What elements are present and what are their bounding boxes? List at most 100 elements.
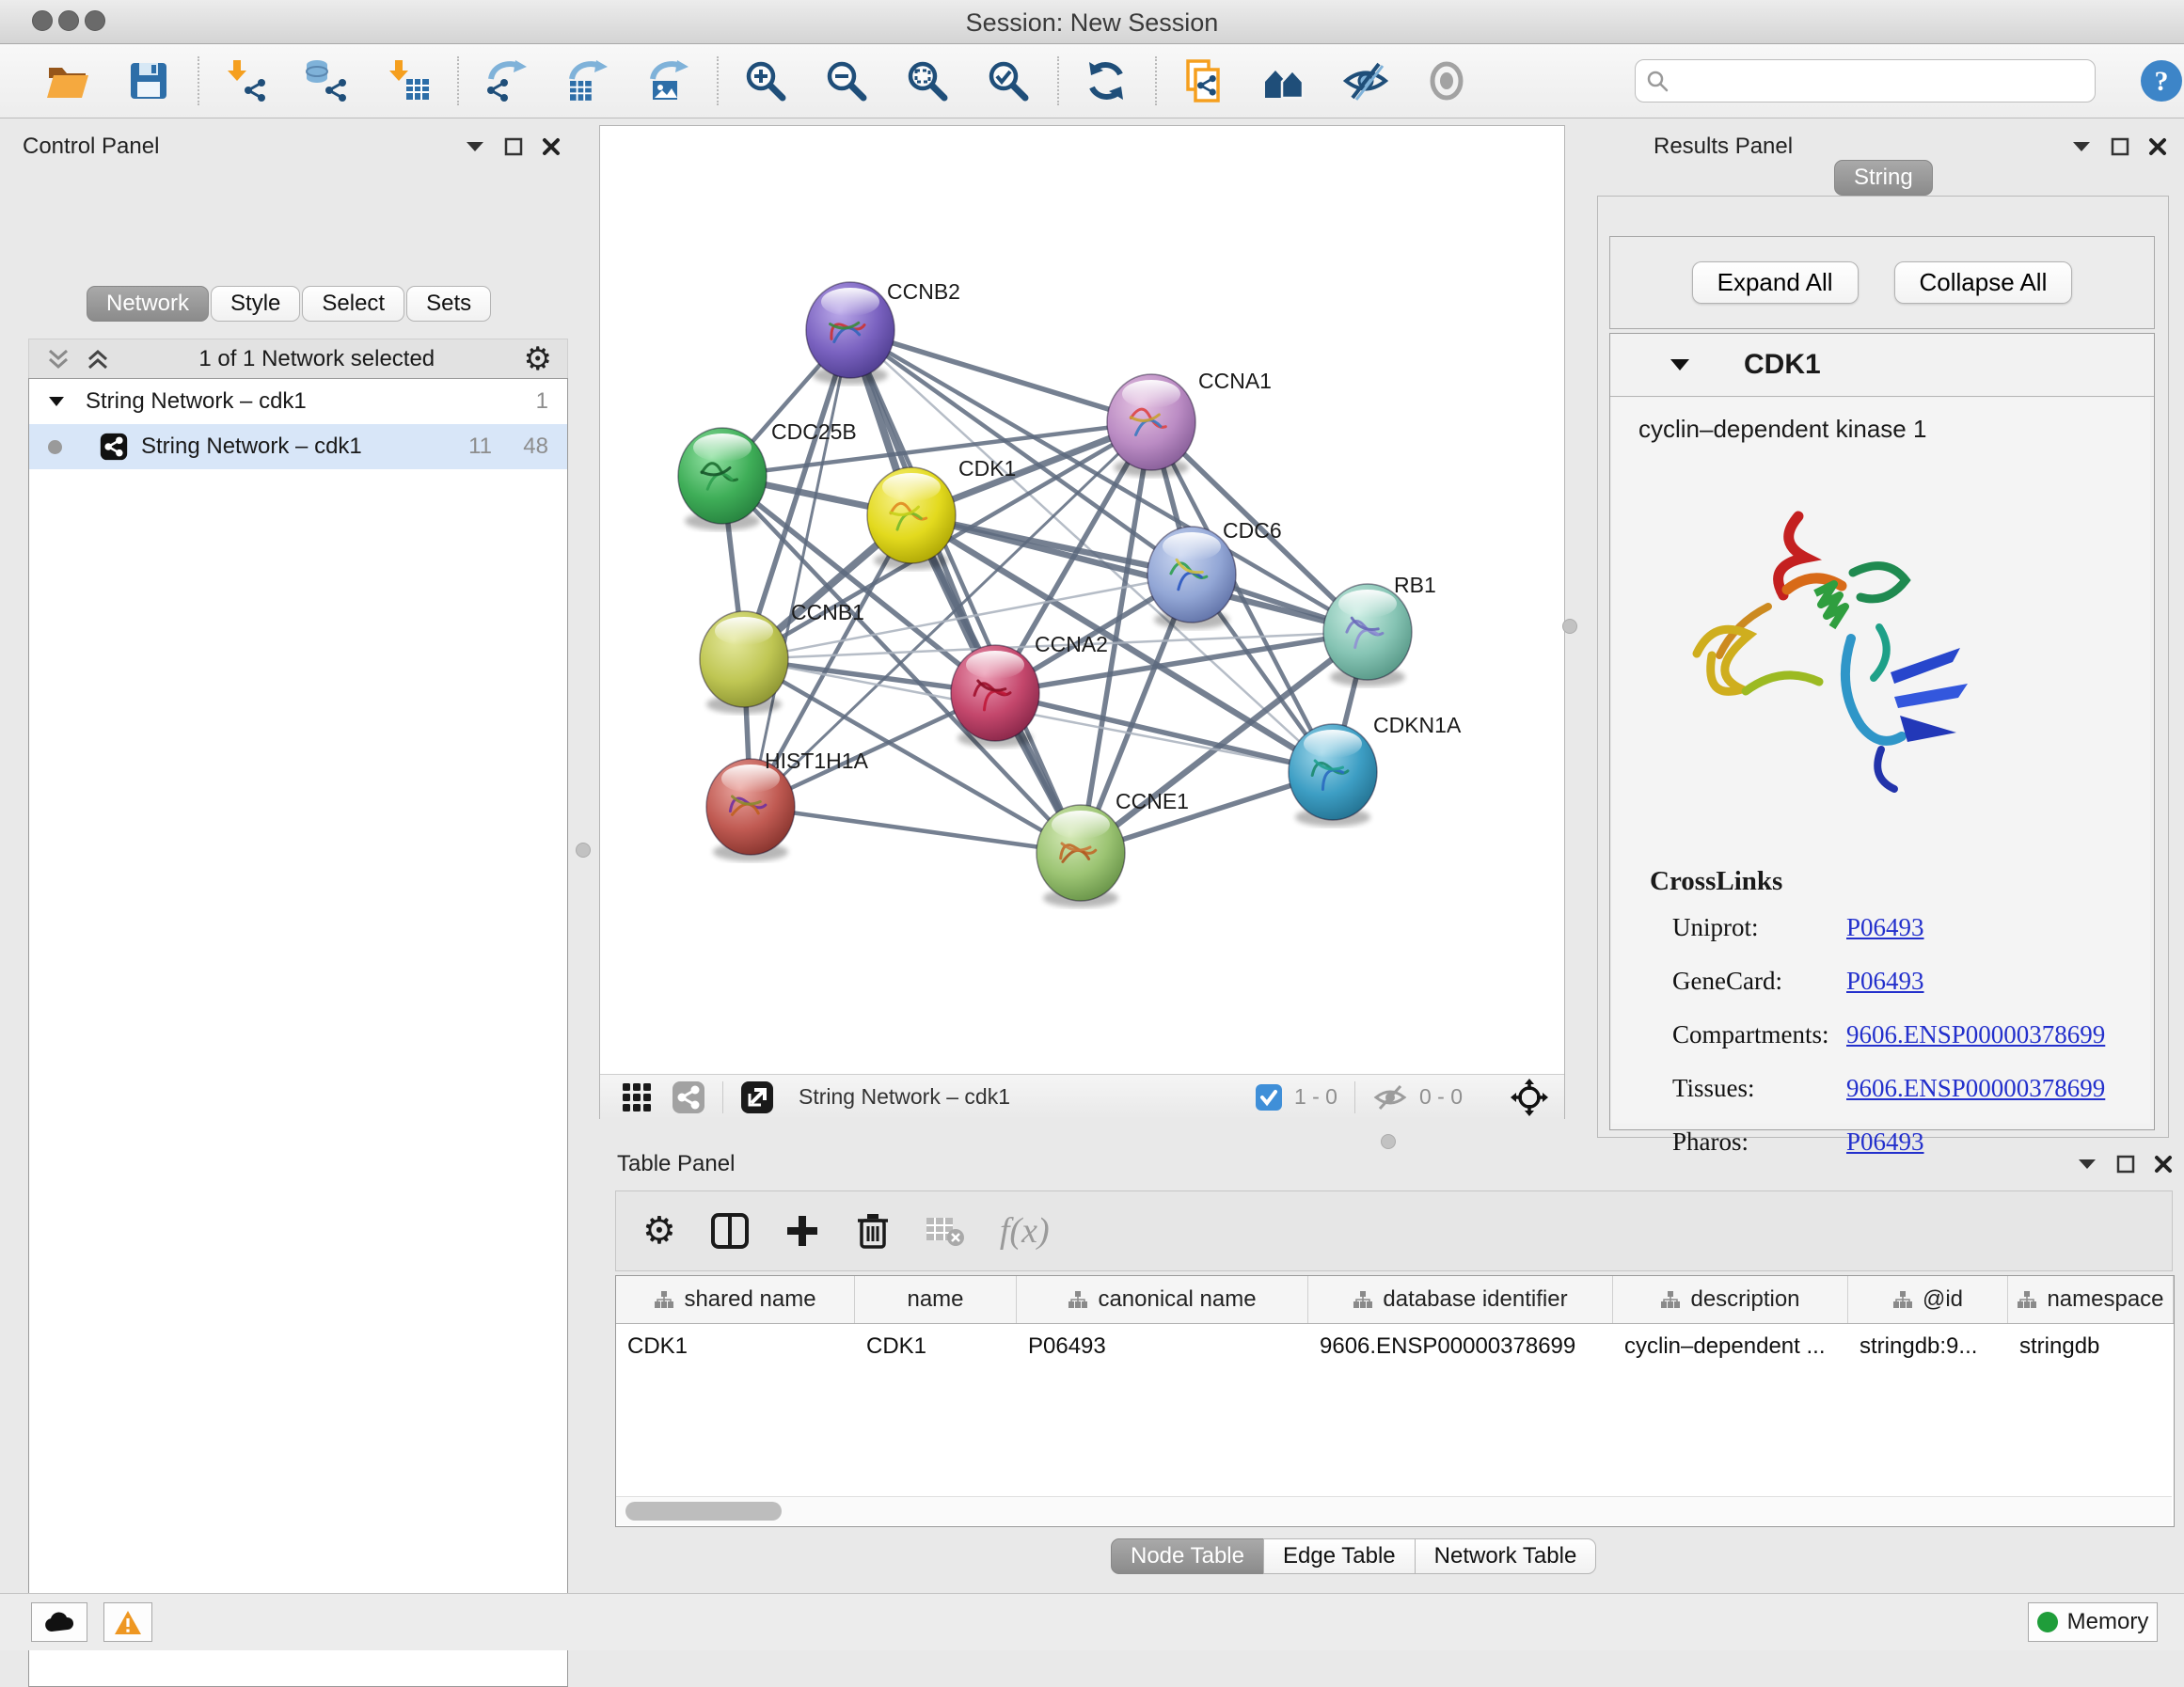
open-in-new-window-icon[interactable] bbox=[740, 1080, 774, 1114]
result-entry-header[interactable]: CDK1 bbox=[1610, 334, 2154, 397]
hidden-eye-icon[interactable] bbox=[1372, 1083, 1408, 1112]
import-table-button[interactable] bbox=[386, 58, 431, 103]
panel-collapse-icon[interactable] bbox=[2077, 1158, 2097, 1171]
cell-description[interactable]: cyclin–dependent ... bbox=[1613, 1324, 1848, 1369]
tab-node-table[interactable]: Node Table bbox=[1111, 1538, 1264, 1574]
hidden-count: 0 - 0 bbox=[1419, 1084, 1463, 1110]
refresh-button[interactable] bbox=[1084, 58, 1129, 103]
selected-checkbox-icon[interactable] bbox=[1255, 1083, 1283, 1112]
node-CDKN1A[interactable] bbox=[1289, 724, 1377, 827]
node-CCNE1[interactable] bbox=[1037, 805, 1125, 907]
tree-expander-icon[interactable] bbox=[48, 396, 65, 407]
warning-button[interactable] bbox=[103, 1602, 152, 1642]
panel-float-icon[interactable] bbox=[2111, 137, 2129, 156]
crosshair-icon[interactable] bbox=[1510, 1078, 1549, 1117]
table-row[interactable]: CDK1CDK1P064939606.ENSP00000378699cyclin… bbox=[616, 1324, 2174, 1369]
new-network-from-selection-button[interactable] bbox=[1181, 58, 1227, 103]
tab-select[interactable]: Select bbox=[302, 286, 404, 322]
panel-collapse-icon[interactable] bbox=[2071, 140, 2092, 153]
node-CDC25B[interactable] bbox=[678, 428, 767, 530]
edge-CCNB2-CCNE1[interactable] bbox=[850, 330, 1081, 853]
import-network-database-button[interactable] bbox=[305, 58, 350, 103]
node-CCNA1[interactable] bbox=[1107, 374, 1195, 477]
cell-sharedname[interactable]: CDK1 bbox=[616, 1324, 855, 1369]
cell-id[interactable]: stringdb:9... bbox=[1848, 1324, 2008, 1369]
node-CCNB1[interactable] bbox=[700, 611, 788, 714]
zoom-fit-button[interactable] bbox=[905, 58, 950, 103]
column-header-name[interactable]: name bbox=[855, 1276, 1017, 1323]
panel-close-icon[interactable] bbox=[2154, 1155, 2173, 1174]
cell-namespace[interactable]: stringdb bbox=[2008, 1324, 2174, 1369]
zoom-out-button[interactable] bbox=[824, 58, 869, 103]
crosslink-link[interactable]: 9606.ENSP00000378699 bbox=[1846, 1020, 2105, 1049]
show-all-button[interactable] bbox=[1424, 58, 1469, 103]
memory-button[interactable]: Memory bbox=[2028, 1602, 2158, 1642]
edge-CCNB2-CCNA1[interactable] bbox=[850, 330, 1151, 422]
tab-network[interactable]: Network bbox=[87, 286, 209, 322]
expand-all-tree-icon[interactable] bbox=[46, 347, 71, 371]
open-file-button[interactable] bbox=[45, 58, 90, 103]
import-network-file-button[interactable] bbox=[224, 58, 269, 103]
delete-column-icon[interactable] bbox=[855, 1211, 891, 1251]
cell-name[interactable]: CDK1 bbox=[855, 1324, 1017, 1369]
column-header-databaseidentifier[interactable]: database identifier bbox=[1308, 1276, 1613, 1323]
network-options-gear-icon[interactable]: ⚙ bbox=[524, 343, 552, 375]
expand-all-button[interactable]: Expand All bbox=[1692, 261, 1859, 304]
panel-collapse-icon[interactable] bbox=[465, 140, 485, 153]
column-header-canonicalname[interactable]: canonical name bbox=[1017, 1276, 1308, 1323]
search-box[interactable] bbox=[1635, 59, 2096, 102]
cell-databaseidentifier[interactable]: 9606.ENSP00000378699 bbox=[1308, 1324, 1613, 1369]
tab-sets[interactable]: Sets bbox=[406, 286, 491, 322]
tab-string[interactable]: String bbox=[1834, 160, 1933, 196]
result-entry-body: cyclin–dependent kinase 1 CrossLinks Uni… bbox=[1612, 398, 2150, 1124]
tab-network-table[interactable]: Network Table bbox=[1415, 1538, 1597, 1574]
table-settings-gear-icon[interactable]: ⚙ bbox=[642, 1209, 676, 1253]
export-network-button[interactable] bbox=[483, 58, 529, 103]
panel-float-icon[interactable] bbox=[2116, 1155, 2135, 1174]
tree-row-collection[interactable]: String Network – cdk1 1 bbox=[29, 379, 567, 424]
node-HIST1H1A[interactable] bbox=[706, 759, 795, 861]
show-columns-icon[interactable] bbox=[710, 1211, 750, 1251]
protein-structure-image bbox=[1657, 479, 2005, 808]
panel-float-icon[interactable] bbox=[504, 137, 523, 156]
zoom-in-button[interactable] bbox=[743, 58, 788, 103]
table-toolbar: ⚙ f(x) bbox=[615, 1190, 2173, 1271]
tree-row-network[interactable]: String Network – cdk1 11 48 bbox=[29, 424, 567, 469]
panel-close-icon[interactable] bbox=[2148, 137, 2167, 156]
table-horizontal-scrollbar[interactable] bbox=[616, 1496, 2172, 1525]
collapse-all-tree-icon[interactable] bbox=[86, 347, 110, 371]
zoom-selected-button[interactable] bbox=[986, 58, 1031, 103]
panel-close-icon[interactable] bbox=[542, 137, 561, 156]
edge-HIST1H1A-CCNE1[interactable] bbox=[751, 807, 1081, 853]
toggle-graphics-details-button[interactable] bbox=[1262, 58, 1307, 103]
cloud-button[interactable] bbox=[31, 1602, 87, 1642]
left-splitter-grip[interactable] bbox=[576, 843, 591, 858]
grid-view-icon[interactable] bbox=[621, 1081, 653, 1113]
column-header-id[interactable]: @id bbox=[1848, 1276, 2008, 1323]
network-share-view-icon[interactable] bbox=[672, 1080, 705, 1114]
crosslink-label: Tissues: bbox=[1672, 1074, 1846, 1103]
edge-CCNA2-CDKN1A[interactable] bbox=[995, 693, 1333, 772]
crosslink-link[interactable]: P06493 bbox=[1846, 967, 1924, 996]
tab-style[interactable]: Style bbox=[211, 286, 300, 322]
node-RB1[interactable] bbox=[1323, 584, 1412, 686]
tab-edge-table[interactable]: Edge Table bbox=[1263, 1538, 1416, 1574]
crosslink-link[interactable]: 9606.ENSP00000378699 bbox=[1846, 1074, 2105, 1103]
search-input[interactable] bbox=[1679, 62, 2095, 100]
column-header-namespace[interactable]: namespace bbox=[2008, 1276, 2174, 1323]
collapse-all-button[interactable]: Collapse All bbox=[1894, 261, 2073, 304]
column-header-sharedname[interactable]: shared name bbox=[616, 1276, 855, 1323]
network-canvas[interactable]: CCNB2 CCNA1 CDC25B CDK1 CDC6 RB1 CCNB1 C… bbox=[600, 126, 1564, 1074]
scrollbar-thumb[interactable] bbox=[625, 1502, 782, 1521]
collapse-entry-icon[interactable] bbox=[1669, 357, 1691, 372]
export-image-button[interactable] bbox=[645, 58, 690, 103]
add-column-icon[interactable] bbox=[783, 1212, 821, 1250]
column-header-description[interactable]: description bbox=[1613, 1276, 1848, 1323]
hide-selected-button[interactable] bbox=[1343, 58, 1388, 103]
export-table-button[interactable] bbox=[564, 58, 609, 103]
save-session-button[interactable] bbox=[126, 58, 171, 103]
crosslink-link[interactable]: P06493 bbox=[1846, 913, 1924, 942]
node-CCNB2[interactable] bbox=[806, 282, 894, 385]
help-icon[interactable]: ? bbox=[2139, 58, 2184, 103]
cell-canonicalname[interactable]: P06493 bbox=[1017, 1324, 1308, 1369]
